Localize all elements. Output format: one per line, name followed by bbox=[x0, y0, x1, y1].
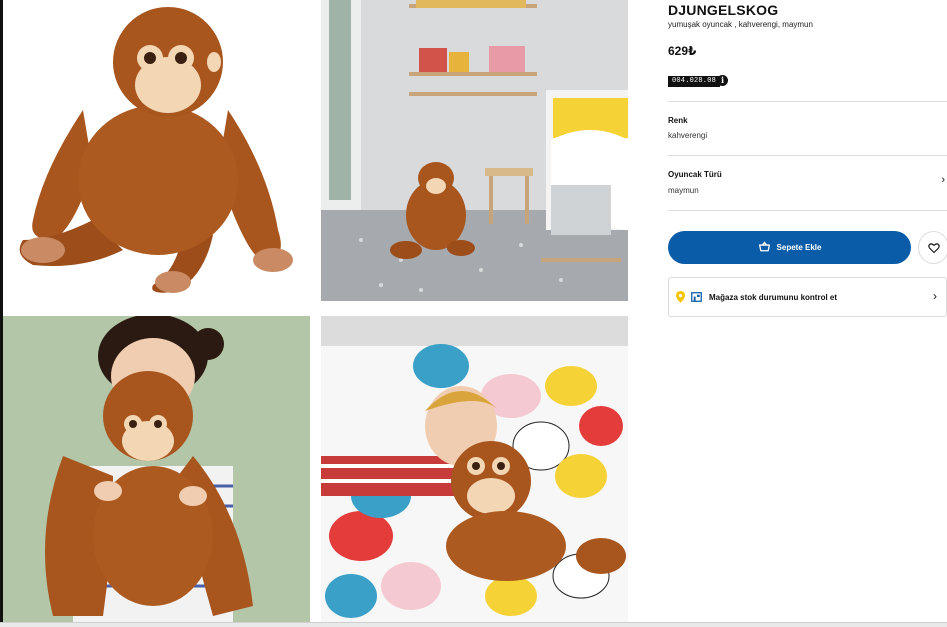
product-description: yumuşak oyuncak , kahverengi, maymun bbox=[668, 20, 813, 29]
kids-room-photo bbox=[321, 0, 628, 301]
chevron-right-icon[interactable]: › bbox=[941, 174, 945, 186]
product-info-panel: DJUNGELSKOG yumuşak oyuncak , kahverengi… bbox=[668, 0, 947, 627]
product-image-child-bed[interactable] bbox=[321, 316, 628, 623]
info-icon[interactable]: i bbox=[717, 75, 728, 86]
article-number: 004.028.08 bbox=[668, 76, 721, 87]
product-image-main[interactable] bbox=[3, 0, 310, 314]
attribute-value: maymun bbox=[668, 186, 699, 195]
store-icon bbox=[691, 292, 702, 302]
boy-in-bed-photo bbox=[321, 316, 628, 623]
attribute-label: Oyuncak Türü bbox=[668, 170, 722, 179]
product-title: DJUNGELSKOG bbox=[668, 2, 779, 18]
product-image-child-hug[interactable] bbox=[3, 316, 310, 623]
stock-check-label: Mağaza stok durumunu kontrol et bbox=[709, 293, 838, 302]
divider bbox=[668, 101, 947, 102]
location-pin-icon bbox=[676, 291, 685, 303]
divider bbox=[668, 155, 947, 156]
heart-icon bbox=[927, 242, 940, 253]
attribute-value: kahverengi bbox=[668, 131, 708, 140]
divider bbox=[668, 210, 947, 211]
orangutan-plush-image bbox=[3, 0, 310, 314]
cart-icon bbox=[758, 241, 770, 252]
product-price: 629₺ bbox=[668, 44, 697, 58]
product-image-room[interactable] bbox=[321, 0, 628, 301]
chevron-right-icon: › bbox=[933, 289, 937, 303]
add-to-cart-button[interactable]: Sepete Ekle bbox=[668, 231, 911, 264]
attribute-label: Renk bbox=[668, 116, 688, 125]
add-to-cart-label: Sepete Ekle bbox=[776, 243, 822, 252]
stock-check-row[interactable]: Mağaza stok durumunu kontrol et › bbox=[668, 277, 947, 317]
favorite-button[interactable] bbox=[918, 231, 947, 264]
girl-with-plush-photo bbox=[3, 316, 310, 623]
